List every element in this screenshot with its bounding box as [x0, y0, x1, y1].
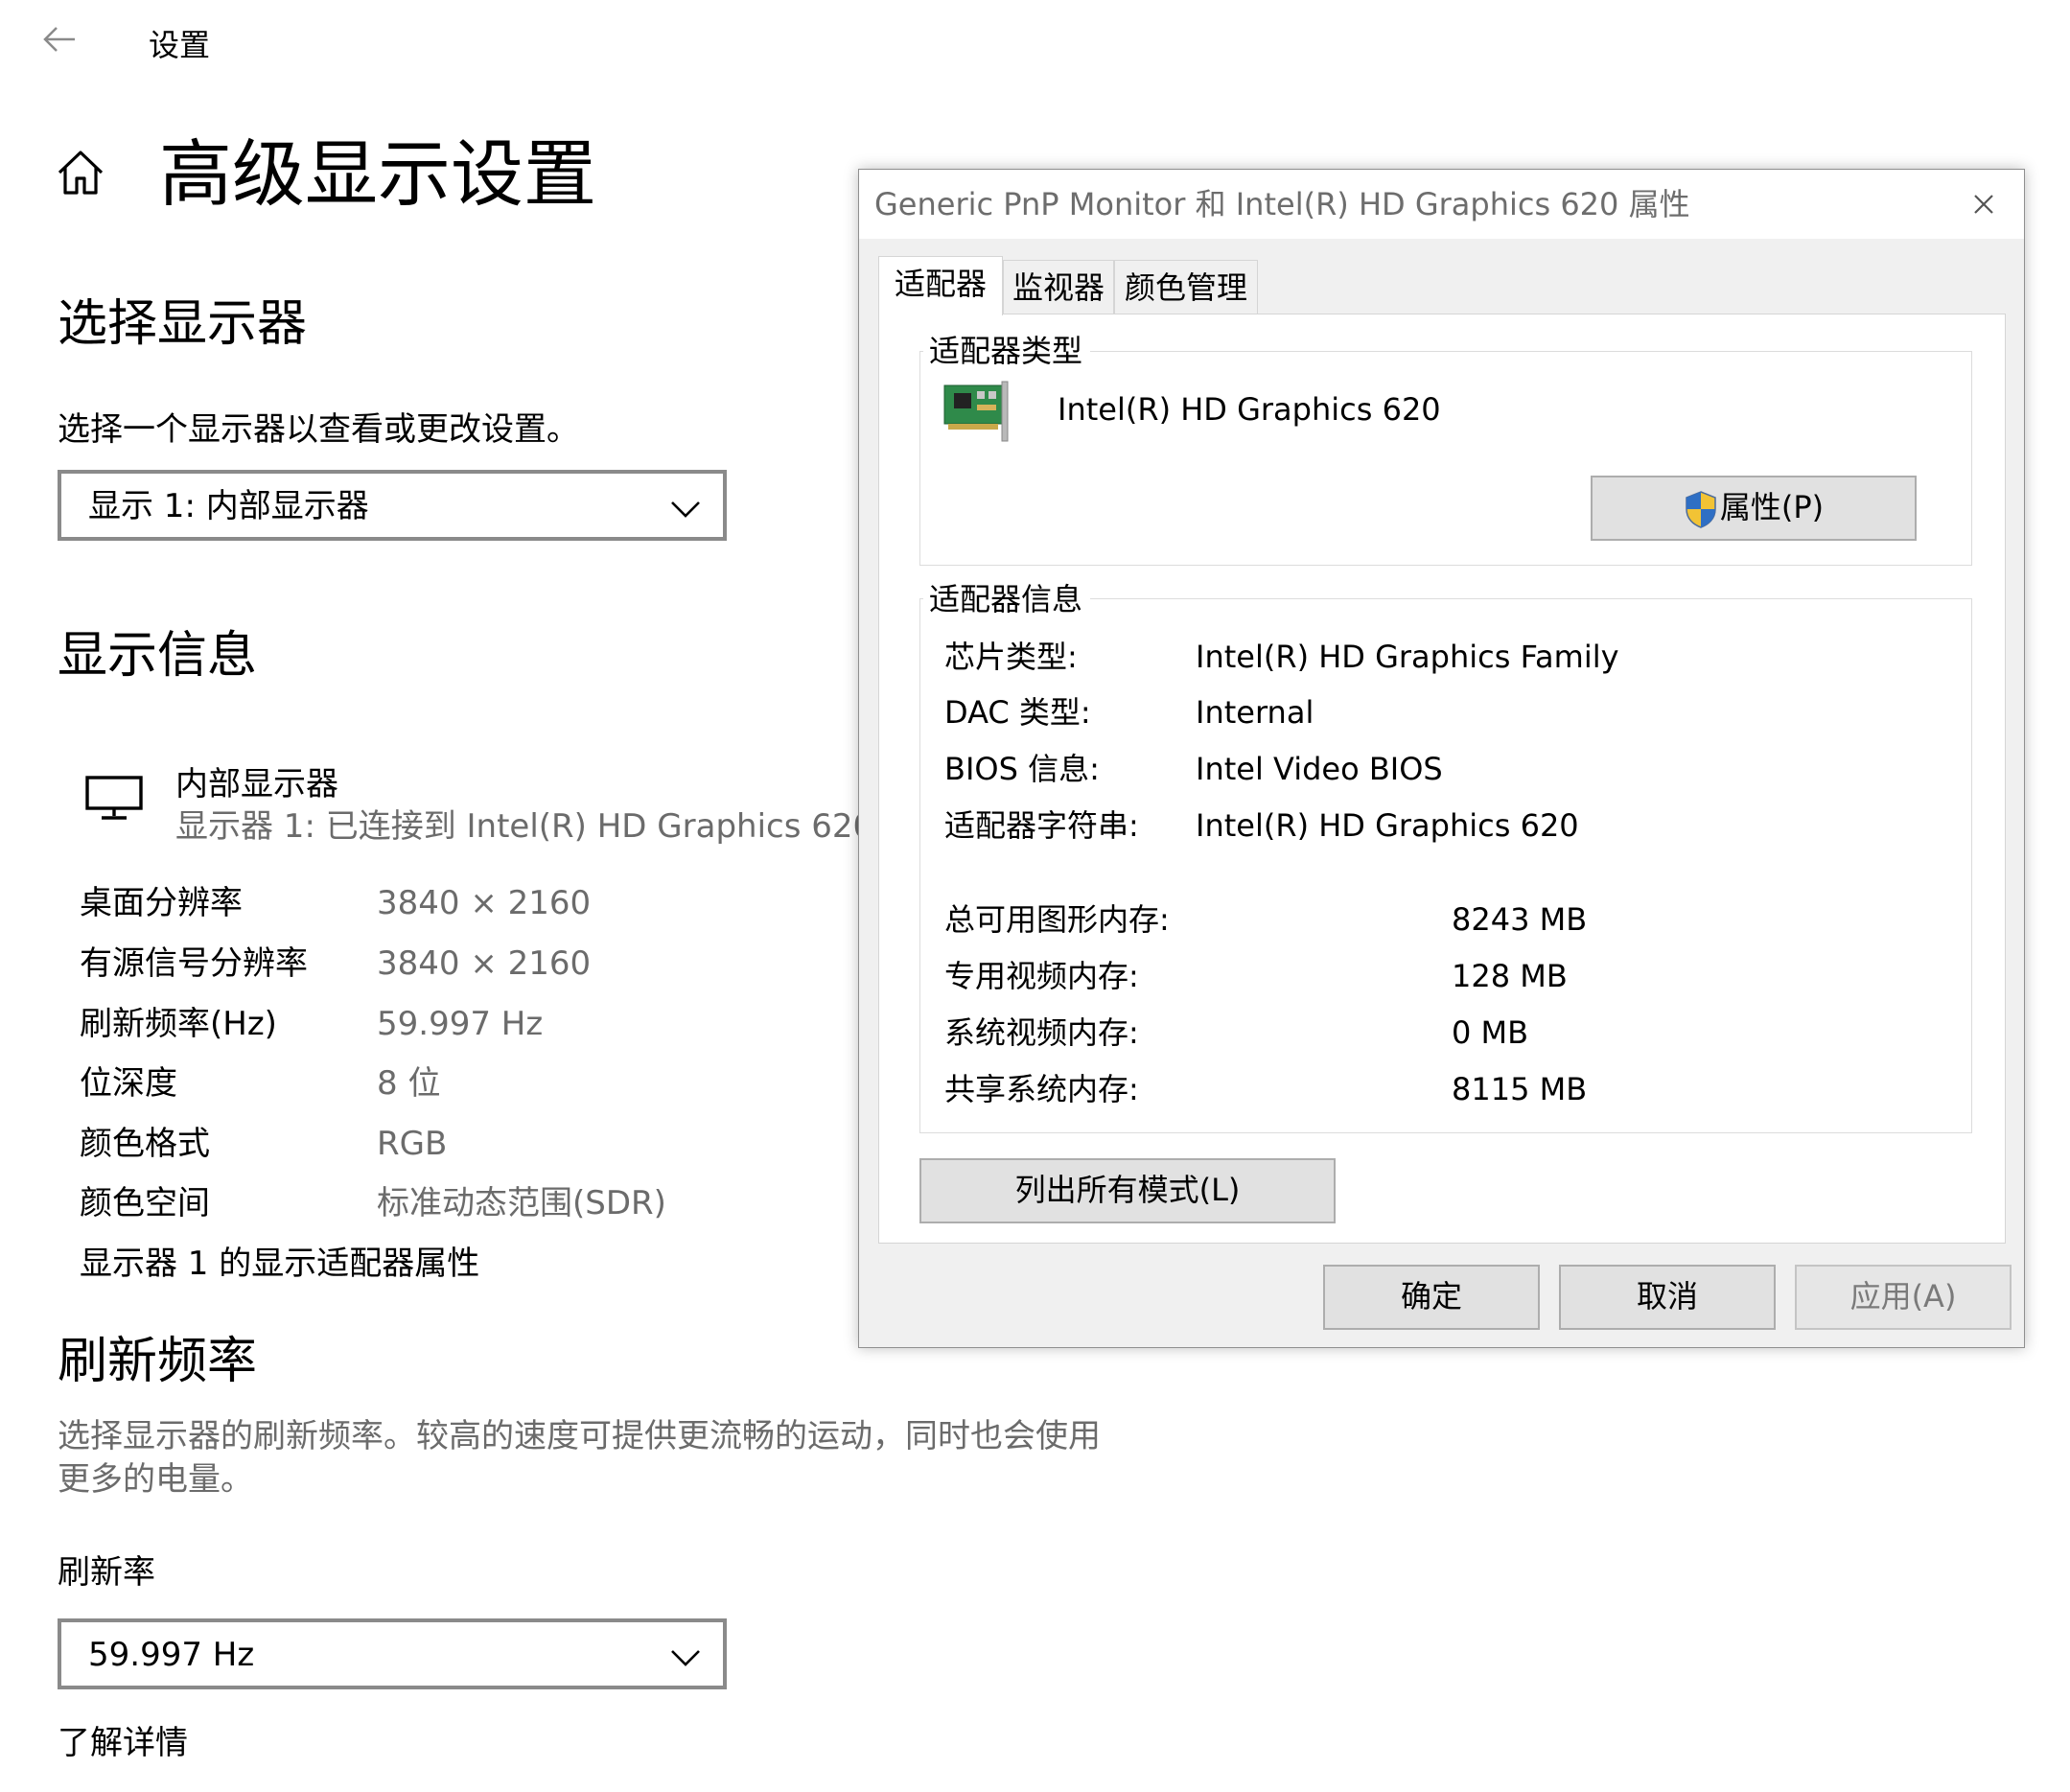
close-icon[interactable] — [1966, 187, 2001, 221]
chevron-down-icon — [671, 501, 700, 518]
display-info-heading: 显示信息 — [58, 627, 258, 685]
info-value: 标准动态范围(SDR) — [377, 1184, 666, 1222]
refresh-heading: 刷新频率 — [58, 1333, 258, 1390]
back-arrow-icon[interactable] — [42, 25, 77, 54]
adapter-properties-link[interactable]: 显示器 1 的显示适配器属性 — [80, 1243, 479, 1285]
dedicated-memory-value: 128 MB — [1452, 958, 1568, 994]
chip-type-label: 芯片类型: — [944, 639, 1078, 675]
total-memory-label: 总可用图形内存: — [944, 901, 1170, 938]
info-value: 3840 × 2160 — [377, 944, 592, 983]
display-select[interactable]: 显示 1: 内部显示器 — [58, 470, 727, 541]
adapter-properties-button[interactable]: 属性(P) — [1591, 476, 1917, 541]
info-label: 颜色格式 — [80, 1125, 210, 1163]
select-display-description: 选择一个显示器以查看或更改设置。 — [58, 410, 579, 449]
cancel-button[interactable]: 取消 — [1559, 1265, 1776, 1330]
dedicated-memory-label: 专用视频内存: — [944, 958, 1139, 994]
chip-type-value: Intel(R) HD Graphics Family — [1196, 639, 1619, 675]
info-value: RGB — [377, 1125, 448, 1163]
tab-monitor[interactable]: 监视器 — [1003, 260, 1114, 314]
adapter-properties-label: 属性(P) — [1719, 489, 1825, 525]
refresh-rate-value: 59.997 Hz — [88, 1636, 255, 1674]
adapter-tab-panel: 适配器类型 Intel(R) HD Graphics 620 属性(P) 适配器… — [878, 314, 2006, 1244]
adapter-info-group — [919, 598, 1972, 1133]
refresh-description: 选择显示器的刷新频率。较高的速度可提供更流畅的运动，同时也会使用 — [58, 1417, 1101, 1455]
adapter-string-value: Intel(R) HD Graphics 620 — [1196, 807, 1579, 844]
tab-color-management[interactable]: 颜色管理 — [1114, 260, 1258, 314]
dac-type-label: DAC 类型: — [944, 694, 1091, 731]
display-select-value: 显示 1: 内部显示器 — [88, 487, 369, 525]
learn-more-link[interactable]: 了解详情 — [58, 1722, 188, 1764]
monitor-connection: 显示器 1: 已连接到 Intel(R) HD Graphics 620 — [175, 807, 874, 846]
bios-info-label: BIOS 信息: — [944, 751, 1100, 787]
info-value: 8 位 — [377, 1064, 441, 1103]
system-video-memory-label: 系统视频内存: — [944, 1014, 1139, 1051]
graphics-card-icon — [943, 381, 1009, 442]
dialog-titlebar: Generic PnP Monitor 和 Intel(R) HD Graphi… — [859, 170, 2024, 239]
chevron-down-icon — [671, 1650, 700, 1666]
page-title: 高级显示设置 — [159, 131, 596, 217]
total-memory-value: 8243 MB — [1452, 901, 1588, 938]
select-display-heading: 选择显示器 — [58, 295, 308, 353]
properties-dialog: Generic PnP Monitor 和 Intel(R) HD Graphi… — [858, 169, 2025, 1348]
refresh-rate-select[interactable]: 59.997 Hz — [58, 1618, 727, 1689]
info-label: 桌面分辨率 — [80, 884, 243, 922]
info-value: 3840 × 2160 — [377, 884, 592, 922]
adapter-string-label: 适配器字符串: — [944, 807, 1139, 844]
info-value: 59.997 Hz — [377, 1005, 544, 1043]
info-label: 有源信号分辨率 — [80, 944, 308, 983]
adapter-type-group-label: 适配器类型 — [923, 332, 1091, 370]
ok-button[interactable]: 确定 — [1323, 1265, 1540, 1330]
shared-memory-value: 8115 MB — [1452, 1071, 1588, 1107]
bios-info-value: Intel Video BIOS — [1196, 751, 1443, 787]
uac-shield-icon — [1686, 491, 1716, 528]
shared-memory-label: 共享系统内存: — [944, 1071, 1139, 1107]
adapter-info-group-label: 适配器信息 — [923, 580, 1091, 618]
system-video-memory-value: 0 MB — [1452, 1014, 1529, 1051]
monitor-icon — [85, 776, 143, 820]
list-all-modes-button[interactable]: 列出所有模式(L) — [919, 1158, 1336, 1223]
adapter-name: Intel(R) HD Graphics 620 — [1058, 391, 1441, 428]
home-icon[interactable] — [56, 148, 105, 198]
apply-button[interactable]: 应用(A) — [1795, 1265, 2012, 1330]
dac-type-value: Internal — [1196, 694, 1314, 731]
app-title: 设置 — [149, 27, 211, 63]
info-label: 位深度 — [80, 1064, 177, 1103]
info-label: 颜色空间 — [80, 1184, 210, 1222]
refresh-description-cont: 更多的电量。 — [58, 1460, 253, 1499]
monitor-name: 内部显示器 — [175, 765, 338, 803]
info-label: 刷新频率(Hz) — [80, 1005, 277, 1043]
refresh-rate-label: 刷新率 — [58, 1553, 155, 1592]
tab-adapter[interactable]: 适配器 — [878, 256, 1003, 315]
dialog-title: Generic PnP Monitor 和 Intel(R) HD Graphi… — [874, 186, 1690, 222]
